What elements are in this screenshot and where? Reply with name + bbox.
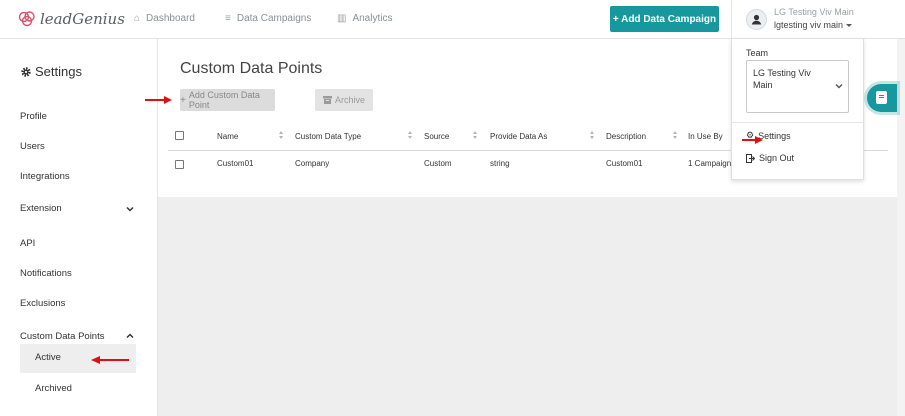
caret-down-icon — [846, 24, 853, 28]
sidebar-item-users[interactable]: Users — [20, 141, 45, 152]
sidebar-item-exclusions[interactable]: Exclusions — [20, 298, 65, 309]
user-menu-toggle[interactable]: LG Testing Viv Main lgtesting viv main — [731, 0, 864, 38]
column-header-provide-data-as[interactable]: Provide Data As — [490, 132, 547, 141]
add-custom-data-point-button[interactable]: + Add Custom Data Point — [180, 89, 275, 111]
sort-icon[interactable] — [279, 131, 284, 140]
dropdown-divider — [732, 122, 863, 123]
archive-label: Archive — [334, 95, 365, 105]
sidebar-item-notifications[interactable]: Notifications — [20, 268, 72, 279]
sort-icon[interactable] — [673, 131, 678, 140]
home-icon: ⌂ — [134, 13, 141, 24]
team-label: Team — [746, 48, 769, 58]
column-header-name[interactable]: Name — [217, 132, 238, 141]
menu-item-sign-out-label: Sign Out — [759, 153, 795, 163]
help-chat-button[interactable] — [867, 84, 897, 112]
user-icon — [751, 14, 762, 25]
add-data-campaign-button[interactable]: + Add Data Campaign — [610, 6, 719, 32]
nav-analytics[interactable]: ▥ Analytics — [337, 13, 392, 24]
chevron-down-icon[interactable] — [126, 205, 134, 213]
menu-item-sign-out[interactable]: Sign Out — [746, 153, 794, 163]
logo-text: leadGenius — [40, 10, 125, 28]
nav-analytics-label: Analytics — [352, 13, 393, 24]
user-dropdown-menu: Team LG Testing Viv Main ⚙ Settings Sign… — [731, 38, 864, 180]
column-header-source[interactable]: Source — [424, 132, 449, 141]
archive-button[interactable]: Archive — [315, 89, 373, 111]
user-team: lgtesting viv main — [774, 20, 853, 30]
annotation-arrow-icon — [742, 136, 763, 144]
column-header-custom-data-type[interactable]: Custom Data Type — [295, 132, 361, 141]
add-custom-data-point-label: Add Custom Data Point — [188, 90, 260, 110]
sidebar-subitem-archived-label: Archived — [35, 383, 72, 394]
content-background — [158, 197, 905, 416]
cell-in-use-by: 1 Campaign — [688, 159, 732, 168]
sign-out-icon — [746, 153, 755, 163]
cell-custom-data-type: Company — [295, 159, 330, 168]
column-header-description[interactable]: Description — [606, 132, 646, 141]
sidebar-item-api[interactable]: API — [20, 238, 35, 249]
sidebar-item-profile[interactable]: Profile — [20, 111, 47, 122]
gear-icon — [21, 66, 31, 77]
cell-name: Custom01 — [217, 159, 254, 168]
sidebar-item-custom-data-points[interactable]: Custom Data Points — [20, 331, 104, 342]
sort-icon[interactable] — [590, 131, 595, 140]
user-team-label: lgtesting viv main — [774, 20, 844, 30]
annotation-arrow-icon — [91, 356, 129, 364]
nav-dashboard-label: Dashboard — [146, 13, 195, 24]
annotation-arrow-icon — [145, 96, 172, 104]
sort-icon[interactable] — [408, 131, 413, 140]
team-select-value: LG Testing Viv Main — [753, 68, 811, 90]
top-navbar: leadGenius ⌂ Dashboard ≡ Data Campaigns … — [0, 0, 905, 39]
column-header-in-use-by[interactable]: In Use By — [688, 132, 723, 141]
sidebar-subitem-active-label: Active — [35, 352, 61, 363]
brain-logo-icon — [18, 11, 35, 27]
nav-data-campaigns-label: Data Campaigns — [236, 13, 312, 24]
user-name: LG Testing Viv Main — [774, 7, 854, 17]
cell-provide-data-as: string — [490, 159, 510, 168]
chevron-down-icon — [835, 84, 843, 89]
scrollbar[interactable] — [897, 39, 905, 416]
select-all-checkbox[interactable] — [175, 131, 184, 140]
logo[interactable]: leadGenius — [18, 10, 125, 28]
sidebar-title: Settings — [20, 64, 82, 79]
page-title: Custom Data Points — [180, 60, 323, 77]
team-select[interactable]: LG Testing Viv Main — [746, 60, 849, 113]
sort-icon[interactable] — [473, 131, 478, 140]
book-icon — [876, 91, 887, 104]
archive-icon — [322, 96, 332, 104]
sidebar-item-integrations[interactable]: Integrations — [20, 171, 70, 182]
bar-chart-icon: ▥ — [337, 13, 347, 24]
cell-source: Custom — [424, 159, 452, 168]
nav-data-campaigns[interactable]: ≡ Data Campaigns — [225, 13, 311, 24]
avatar — [746, 9, 767, 30]
sidebar-subitem-archived[interactable]: Archived — [20, 375, 136, 404]
chevron-up-icon[interactable] — [126, 332, 134, 340]
sidebar-title-label: Settings — [35, 64, 82, 79]
cell-description: Custom01 — [606, 159, 643, 168]
row-checkbox[interactable] — [175, 160, 184, 169]
sidebar-item-extension[interactable]: Extension — [20, 203, 62, 214]
database-icon: ≡ — [225, 13, 231, 24]
nav-dashboard[interactable]: ⌂ Dashboard — [134, 13, 195, 24]
plus-icon: + — [180, 94, 186, 106]
